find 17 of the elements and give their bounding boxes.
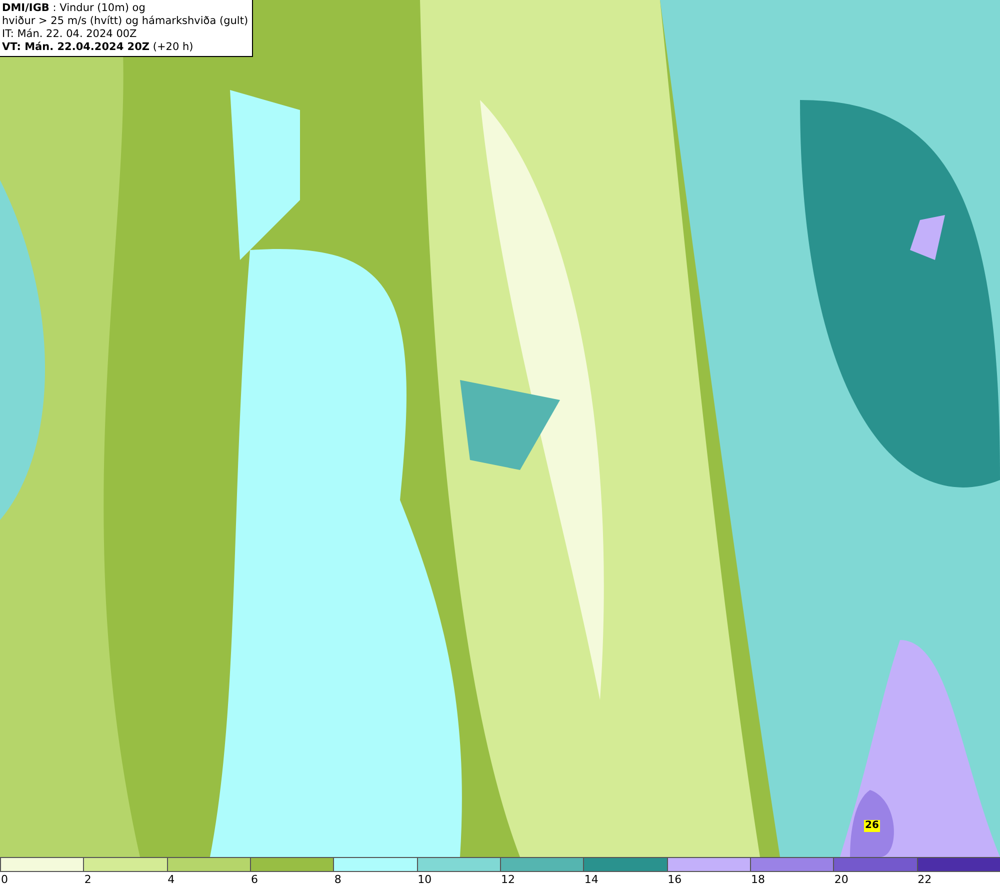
legend-tick-label: 6 (251, 872, 258, 887)
legend-tick-label: 2 (84, 872, 92, 887)
legend-tick-label: 20 (834, 872, 848, 887)
legend-tick-label: 12 (501, 872, 515, 887)
title-line: IT: Mán. 22. 04. 2024 00Z (2, 28, 138, 41)
legend-tick-label: 8 (334, 872, 342, 887)
legend-tick-label: 10 (418, 872, 432, 887)
gust-label: 26 (864, 820, 880, 832)
legend-tick-label: 4 (168, 872, 175, 887)
legend-tick-label: 22 (918, 872, 932, 887)
legend-tick-label: 0 (1, 872, 8, 887)
title-line: hviður > 25 m/s (hvítt) og hámarkshviða (gult) (2, 15, 248, 28)
legend-tick-label: 14 (584, 872, 598, 887)
legend-tick-label: 18 (751, 872, 765, 887)
valid-time: VT: Mán. 22.04.2024 20Z (+20 h) (2, 41, 194, 54)
title-line: DMI/IGB : Vindur (10m) og (2, 2, 146, 15)
legend-tick-label: 16 (668, 872, 682, 887)
